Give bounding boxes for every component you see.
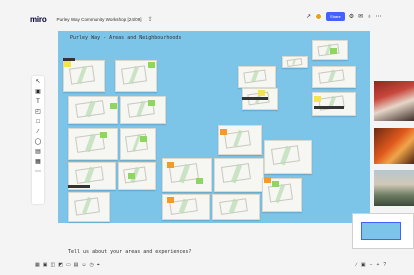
zoom-in-icon[interactable]: + [377,262,380,268]
shape-icon[interactable]: □ [36,119,40,126]
miro-board-app: miro Purley Way Community Workshop [24/0… [0,0,414,275]
sticky-note[interactable] [148,100,155,106]
sticky-note[interactable] [110,103,117,109]
card-icon[interactable]: ▭ [66,262,71,268]
map-card[interactable] [118,162,156,190]
street-photo[interactable] [374,81,414,121]
settings-icon[interactable]: ⚙ [349,13,354,20]
cursor-icon[interactable]: ↗ [306,13,311,20]
zoom-out-icon[interactable]: − [370,262,373,268]
location-icon[interactable]: ⌖ [97,262,100,268]
text-icon[interactable]: T [36,99,40,106]
map-label [68,185,90,188]
map-card[interactable] [282,56,308,68]
map-card[interactable] [68,96,118,124]
top-right-controls: ↗ Share ⚙ ✉ ♁ ⋯ [306,12,382,21]
sticky-note[interactable] [148,62,155,68]
comment-icon[interactable]: ◫ [50,262,55,268]
help-icon[interactable]: ? [383,262,386,268]
map-card[interactable] [120,96,166,124]
map-card[interactable] [214,158,264,192]
chat-icon[interactable]: ◩ [58,262,63,268]
sticky-note[interactable] [196,178,203,184]
emoji-icon[interactable]: ☺ [81,262,86,268]
left-toolbar: ↖ ▣ T ◰ □ ∕ ◯ ▤ ▦ ⋯ [32,76,44,204]
frame-icon[interactable]: ▣ [35,89,41,96]
map-card[interactable] [238,66,276,88]
map-card[interactable] [264,140,312,174]
cursor-icon[interactable]: ↖ [35,79,40,86]
notifications-icon[interactable]: ♁ [367,14,372,20]
bottom-question: Tell us about your areas and experiences… [68,249,192,255]
sticky-note[interactable] [264,177,271,183]
sticky-note[interactable] [314,96,321,102]
miro-logo[interactable]: miro [30,15,47,24]
more-icon[interactable]: ⋯ [376,13,382,20]
street-photo[interactable] [374,170,414,206]
sticky-note[interactable] [258,90,265,96]
sticky-note[interactable] [167,162,174,168]
sticky-note-icon[interactable]: ◰ [35,109,41,116]
map-card[interactable] [68,192,110,222]
pen-icon[interactable]: ∕ [356,262,357,268]
map-label [63,58,75,61]
map-card[interactable] [120,128,156,160]
frame-icon[interactable]: ▣ [43,262,48,268]
sticky-note[interactable] [167,197,174,203]
timer-icon[interactable]: ◷ [90,262,94,268]
board-title[interactable]: Purley Way Community Workshop [24/09] [57,17,142,22]
sticky-note[interactable] [140,136,147,142]
bottom-toolbar: ▦ ▣ ◫ ◩ ▭ ▤ ☺ ◷ ⌖ [35,262,100,268]
sticky-note[interactable] [220,129,227,135]
avatar[interactable] [315,13,323,20]
grid-icon[interactable]: ▦ [35,262,40,268]
map-label [242,97,268,100]
table-icon[interactable]: ▤ [74,262,79,268]
map-card[interactable] [68,128,118,160]
sticky-note[interactable] [128,173,135,179]
zoom-controls: ∕ ▣ − + ? [356,262,386,268]
sticky-note[interactable] [100,132,107,138]
more-icon[interactable]: ⋯ [35,169,41,176]
comment-icon[interactable]: ✉ [358,13,363,20]
frame-icon[interactable]: ▣ [361,262,366,268]
upload-icon[interactable]: ⇪ [148,16,153,23]
map-card[interactable] [262,178,302,212]
canvas-title: Purley Way - Areas and Neighbourhoods [70,35,182,41]
map-card[interactable] [312,66,356,88]
minimap-viewport[interactable] [361,222,401,240]
sticky-note[interactable] [64,61,71,67]
sticky-note[interactable] [330,48,337,54]
frame-icon[interactable]: ▤ [35,149,41,156]
grid-icon[interactable]: ▦ [35,159,41,166]
comment-icon[interactable]: ◯ [35,139,42,146]
sticky-note[interactable] [272,181,279,187]
street-photo[interactable] [374,128,414,164]
pen-icon[interactable]: ∕ [37,129,38,136]
share-button[interactable]: Share [326,12,345,21]
map-label [314,106,344,109]
minimap[interactable] [352,213,414,249]
map-card[interactable] [212,194,260,220]
